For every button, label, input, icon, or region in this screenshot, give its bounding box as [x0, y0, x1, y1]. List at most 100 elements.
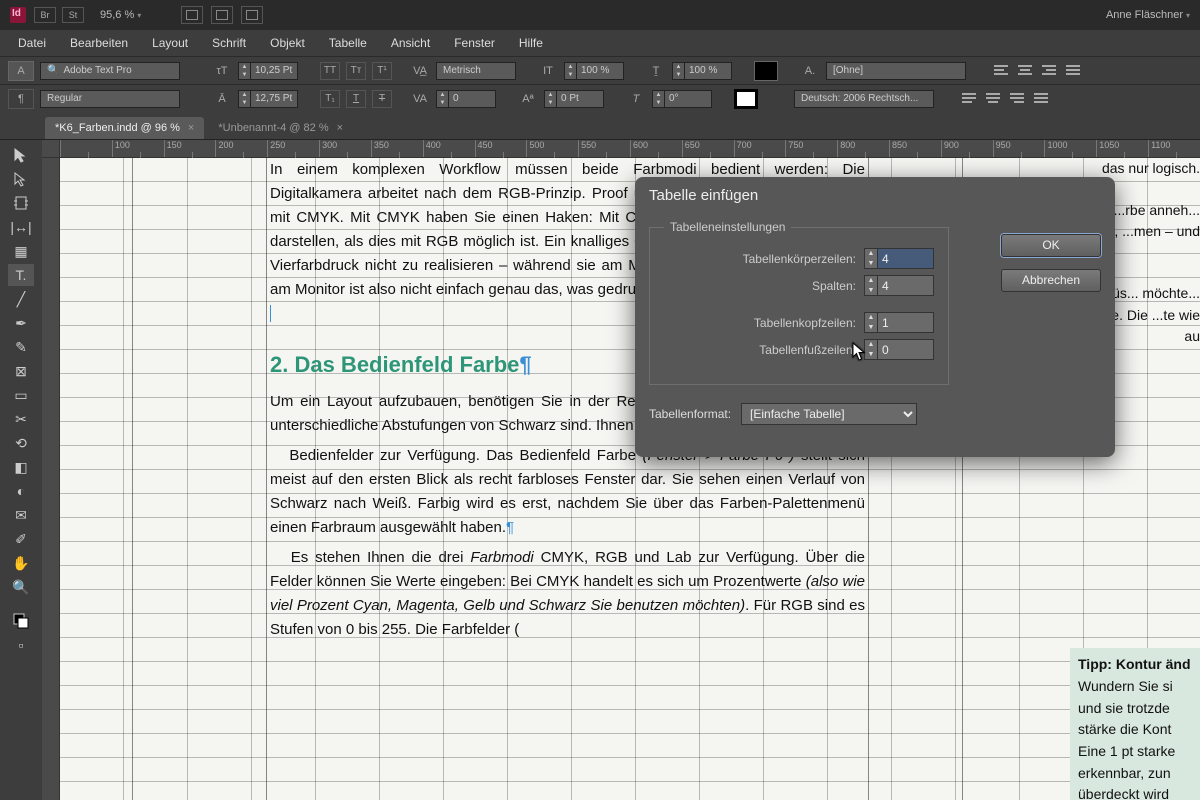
smallcaps-button[interactable]: Tᴛ	[346, 62, 366, 80]
zoom-level[interactable]: 95,6 %	[100, 9, 141, 21]
tracking-input[interactable]: ▲▼0	[436, 90, 496, 108]
cancel-button[interactable]: Abbrechen	[1001, 269, 1101, 292]
scissors-tool-icon[interactable]: ✂	[8, 408, 34, 430]
strike-button[interactable]: T	[372, 90, 392, 108]
vscale-input[interactable]: ▲▼100 %	[564, 62, 624, 80]
subscript-button[interactable]: T₁	[320, 90, 340, 108]
align-center-icon[interactable]	[1016, 63, 1034, 79]
leading-input[interactable]: ▲▼12,75 Pt	[238, 90, 298, 108]
step-down-icon[interactable]: ▼	[865, 259, 877, 269]
kerning-icon: VA̲	[410, 61, 430, 81]
menu-hilfe[interactable]: Hilfe	[507, 32, 555, 54]
menu-datei[interactable]: Datei	[6, 32, 58, 54]
language-select[interactable]: Deutsch: 2006 Rechtsch...	[794, 90, 934, 108]
skew-icon: T	[626, 89, 646, 109]
kerning-select[interactable]: Metrisch	[436, 62, 516, 80]
fill-swatch[interactable]	[754, 61, 778, 81]
underline-button[interactable]: T	[346, 90, 366, 108]
step-up-icon[interactable]: ▲	[865, 276, 877, 286]
table-format-select[interactable]: [Einfache Tabelle]	[741, 403, 917, 425]
menu-layout[interactable]: Layout	[140, 32, 200, 54]
close-icon[interactable]: ×	[188, 122, 194, 134]
step-down-icon[interactable]: ▼	[865, 286, 877, 296]
document-tab-bar: *K6_Farben.indd @ 96 %× *Unbenannt-4 @ 8…	[0, 112, 1200, 140]
screen-mode-icon[interactable]	[181, 6, 203, 24]
menu-tabelle[interactable]: Tabelle	[317, 32, 379, 54]
menu-objekt[interactable]: Objekt	[258, 32, 317, 54]
skew-input[interactable]: ▲▼0°	[652, 90, 712, 108]
font-family-select[interactable]: 🔍Adobe Text Pro	[40, 62, 180, 80]
columns-input[interactable]: ▲▼	[864, 275, 934, 296]
menu-ansicht[interactable]: Ansicht	[379, 32, 442, 54]
content-collector-icon[interactable]: ▦	[8, 240, 34, 262]
columns-label: Spalten:	[812, 279, 856, 293]
user-name[interactable]: Anne Fläschner	[1106, 9, 1190, 21]
allcaps-button[interactable]: TT	[320, 62, 340, 80]
selection-tool-icon[interactable]	[8, 144, 34, 166]
hand-tool-icon[interactable]: ✋	[8, 552, 34, 574]
insert-table-dialog: Tabelle einfügen Tabelleneinstellungen T…	[635, 177, 1115, 457]
gradient-feather-icon[interactable]: ◐	[8, 480, 34, 502]
footer-rows-input[interactable]: ▲▼	[864, 339, 934, 360]
arrange-icon[interactable]	[211, 6, 233, 24]
close-icon[interactable]: ×	[337, 122, 343, 134]
justify-center-icon[interactable]	[984, 91, 1002, 107]
gap-tool-icon[interactable]: |↔|	[8, 216, 34, 238]
baseline-input[interactable]: ▲▼0 Pt	[544, 90, 604, 108]
menu-schrift[interactable]: Schrift	[200, 32, 258, 54]
char-style-select[interactable]: [Ohne]	[826, 62, 966, 80]
format-container-icon[interactable]: ▫	[8, 634, 34, 656]
transform-tool-icon[interactable]: ⟲	[8, 432, 34, 454]
hscale-input[interactable]: ▲▼100 %	[672, 62, 732, 80]
stroke-swatch[interactable]	[734, 89, 758, 109]
superscript-button[interactable]: T¹	[372, 62, 392, 80]
bridge-button[interactable]: Br	[34, 7, 56, 23]
vertical-ruler[interactable]	[42, 158, 60, 800]
body-rows-input[interactable]: ▲▼	[864, 248, 934, 269]
eyedropper-tool-icon[interactable]: ✐	[8, 528, 34, 550]
gradient-swatch-icon[interactable]: ◧	[8, 456, 34, 478]
char-format-icon[interactable]: A	[8, 61, 34, 81]
fill-stroke-icon[interactable]	[8, 610, 34, 632]
ruler-origin[interactable]	[42, 140, 60, 158]
control-bar-1: A 🔍Adobe Text Pro τT ▲▼10,25 Pt TT Tᴛ T¹…	[0, 56, 1200, 84]
rectangle-tool-icon[interactable]: ▭	[8, 384, 34, 406]
step-up-icon[interactable]: ▲	[865, 340, 877, 350]
doc-tab-active[interactable]: *K6_Farben.indd @ 96 %×	[45, 117, 204, 139]
pen-tool-icon[interactable]: ✒	[8, 312, 34, 334]
title-bar: Br St 95,6 % Anne Fläschner	[0, 0, 1200, 30]
page-tool-icon[interactable]	[8, 192, 34, 214]
font-style-select[interactable]: Regular	[40, 90, 180, 108]
menu-bearbeiten[interactable]: Bearbeiten	[58, 32, 140, 54]
note-tool-icon[interactable]: ✉	[8, 504, 34, 526]
dialog-title: Tabelle einfügen	[635, 177, 1115, 214]
step-down-icon[interactable]: ▼	[865, 350, 877, 360]
doc-tab-inactive[interactable]: *Unbenannt-4 @ 82 %×	[208, 117, 353, 139]
step-up-icon[interactable]: ▲	[865, 249, 877, 259]
justify-right-icon[interactable]	[1008, 91, 1026, 107]
step-up-icon[interactable]: ▲	[865, 313, 877, 323]
menu-fenster[interactable]: Fenster	[442, 32, 507, 54]
frame-tool-icon[interactable]: ⊠	[8, 360, 34, 382]
justify-full-icon[interactable]	[1032, 91, 1050, 107]
view-options-icon[interactable]	[241, 6, 263, 24]
font-size-input[interactable]: ▲▼10,25 Pt	[238, 62, 298, 80]
align-justify-icon[interactable]	[1064, 63, 1082, 79]
align-right-icon[interactable]	[1040, 63, 1058, 79]
header-rows-input[interactable]: ▲▼	[864, 312, 934, 333]
baseline-icon: Aª	[518, 89, 538, 109]
group-legend: Tabelleneinstellungen	[664, 220, 791, 234]
para-format-icon[interactable]: ¶	[8, 89, 34, 109]
story-editor-button[interactable]: St	[62, 7, 84, 23]
align-left-icon[interactable]	[992, 63, 1010, 79]
justify-left-icon[interactable]	[960, 91, 978, 107]
line-tool-icon[interactable]: ╱	[8, 288, 34, 310]
horizontal-ruler[interactable]: 1001502002503003504004505005506006507007…	[60, 140, 1200, 158]
direct-selection-tool-icon[interactable]	[8, 168, 34, 190]
body-paragraph: Es stehen Ihnen die drei Farbmodi CMYK, …	[270, 546, 865, 642]
zoom-tool-icon[interactable]: 🔍	[8, 576, 34, 598]
step-down-icon[interactable]: ▼	[865, 323, 877, 333]
ok-button[interactable]: OK	[1001, 234, 1101, 257]
type-tool-icon[interactable]: T.	[8, 264, 34, 286]
pencil-tool-icon[interactable]: ✎	[8, 336, 34, 358]
